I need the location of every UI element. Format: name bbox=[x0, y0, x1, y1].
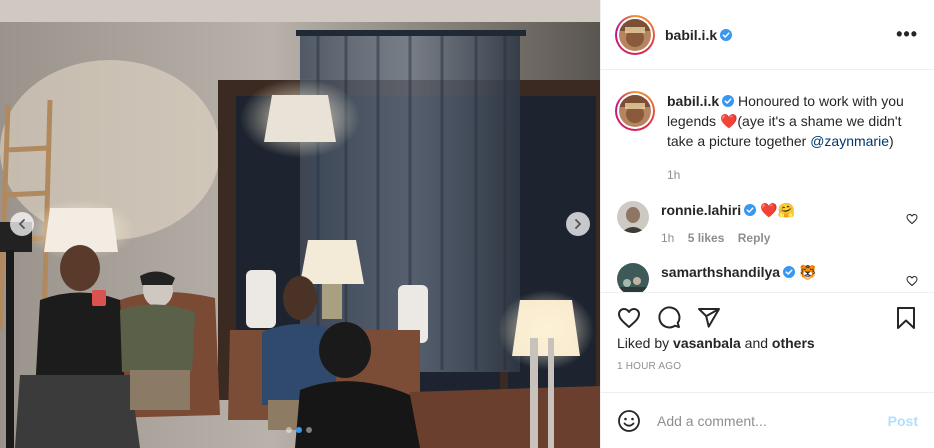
comment-meta: 1h 5 likes Reply bbox=[661, 229, 906, 247]
chevron-left-icon bbox=[18, 219, 25, 229]
emoji-smiley-icon[interactable] bbox=[617, 409, 641, 433]
liked-by-line: Liked by vasanbala and others bbox=[617, 335, 918, 351]
comments-section: babil.i.k Honoured to work with you lege… bbox=[601, 70, 934, 292]
comment-body: 🐯 bbox=[798, 264, 817, 280]
comment-likes[interactable]: 5 likes bbox=[688, 231, 725, 245]
avatar[interactable] bbox=[617, 201, 649, 233]
bookmark-icon[interactable] bbox=[894, 306, 918, 330]
profile-photo bbox=[619, 18, 651, 51]
header-username[interactable]: babil.i.k bbox=[665, 27, 717, 43]
profile-photo bbox=[619, 95, 651, 127]
like-comment-heart-icon[interactable] bbox=[906, 213, 918, 225]
caption-emoji: ❤️ bbox=[719, 113, 738, 129]
more-options-button[interactable]: ••• bbox=[896, 24, 918, 45]
verified-badge-icon bbox=[722, 95, 735, 107]
chevron-right-icon bbox=[575, 219, 582, 229]
like-heart-icon[interactable] bbox=[617, 306, 641, 330]
caption-text: babil.i.k Honoured to work with you lege… bbox=[667, 91, 918, 185]
post-comment-button[interactable]: Post bbox=[888, 413, 918, 429]
carousel-indicator bbox=[286, 427, 312, 433]
profile-photo bbox=[617, 263, 649, 292]
caption-username[interactable]: babil.i.k bbox=[667, 93, 719, 109]
post-header: babil.i.k ••• bbox=[601, 0, 934, 70]
add-comment-bar: Post bbox=[601, 392, 934, 448]
carousel-dot bbox=[306, 427, 312, 433]
comment-item: samarthshandilya 🐯 bbox=[615, 263, 918, 292]
comment-body: ❤️🤗 bbox=[760, 202, 795, 218]
reply-button[interactable]: Reply bbox=[738, 231, 771, 245]
comment-bubble-icon[interactable] bbox=[657, 306, 681, 330]
comment-text: samarthshandilya 🐯 bbox=[661, 263, 906, 292]
mention-link[interactable]: @zaynmarie bbox=[810, 133, 889, 149]
post-caption: babil.i.k Honoured to work with you lege… bbox=[615, 70, 918, 185]
caption-timestamp[interactable]: 1h bbox=[667, 165, 918, 185]
caption-end: ) bbox=[889, 133, 894, 149]
comment-timestamp[interactable]: 1h bbox=[661, 231, 674, 245]
liked-by-middle: and bbox=[740, 335, 772, 351]
like-comment-heart-icon[interactable] bbox=[906, 275, 918, 287]
instagram-post: babil.i.k ••• babil.i.k Honoured to work… bbox=[0, 0, 934, 448]
share-paper-plane-icon[interactable] bbox=[697, 306, 721, 330]
post-timestamp[interactable]: 1 HOUR AGO bbox=[617, 361, 918, 372]
liked-by-others[interactable]: others bbox=[772, 335, 815, 351]
carousel-dot bbox=[286, 427, 292, 433]
previous-slide-button[interactable] bbox=[10, 212, 34, 236]
post-details-panel: babil.i.k ••• babil.i.k Honoured to work… bbox=[600, 0, 934, 448]
carousel-dot-active bbox=[296, 427, 302, 433]
post-actions: Liked by vasanbala and others 1 HOUR AGO bbox=[601, 292, 934, 392]
comment-username[interactable]: samarthshandilya bbox=[661, 264, 780, 280]
post-photo[interactable] bbox=[0, 0, 600, 448]
comment-text: ronnie.lahiri ❤️🤗 1h 5 likes Reply bbox=[661, 201, 906, 247]
comment-username[interactable]: ronnie.lahiri bbox=[661, 202, 741, 218]
avatar[interactable] bbox=[615, 14, 655, 55]
next-slide-button[interactable] bbox=[566, 212, 590, 236]
liked-by-prefix: Liked by bbox=[617, 335, 674, 351]
comment-item: ronnie.lahiri ❤️🤗 1h 5 likes Reply bbox=[615, 201, 918, 247]
verified-badge-icon bbox=[720, 28, 733, 41]
verified-badge-icon bbox=[744, 204, 757, 216]
avatar[interactable] bbox=[617, 263, 649, 292]
film-set-photo bbox=[0, 0, 600, 448]
profile-photo bbox=[617, 201, 649, 233]
liked-by-user[interactable]: vasanbala bbox=[673, 335, 741, 351]
add-comment-input[interactable] bbox=[657, 412, 888, 429]
avatar[interactable] bbox=[615, 91, 655, 131]
verified-badge-icon bbox=[783, 266, 796, 278]
